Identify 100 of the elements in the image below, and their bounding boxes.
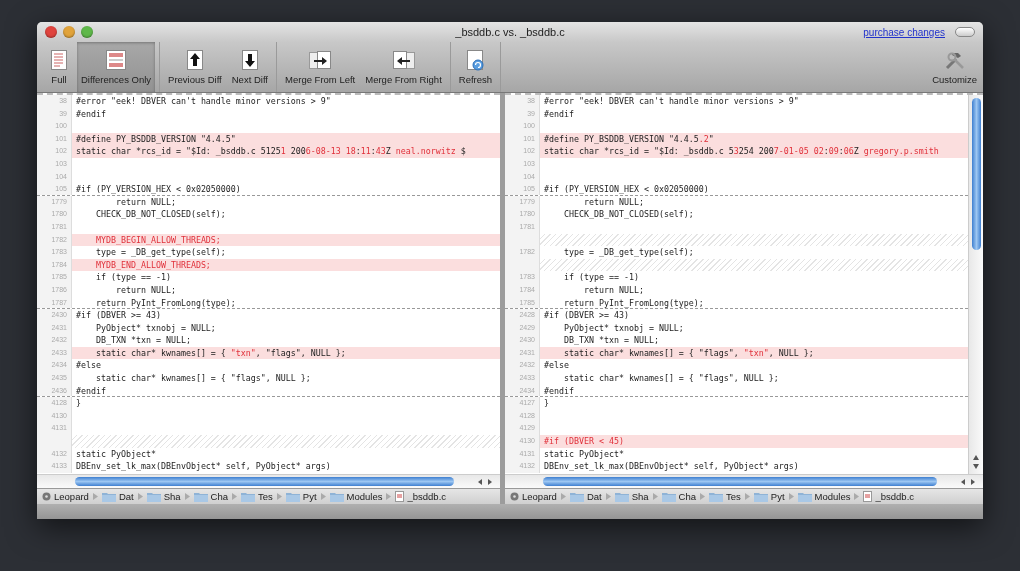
- merge-arrow-icon: [308, 49, 333, 71]
- code-line: #endif: [543, 384, 575, 397]
- folder-icon: [797, 491, 812, 502]
- disk-icon: [42, 492, 51, 501]
- folder-icon: [241, 491, 255, 502]
- path-item[interactable]: Sha: [614, 491, 649, 502]
- code-line: return NULL;: [582, 195, 645, 209]
- folder-icon: [661, 491, 676, 502]
- chevron-icon: [560, 493, 566, 500]
- code-line: return PyInt_FromLong(type);: [562, 296, 705, 309]
- folder-icon: [193, 491, 208, 502]
- code-line: #endif: [75, 107, 107, 121]
- chevron-icon: [788, 493, 794, 500]
- path-item[interactable]: Pyt: [285, 491, 317, 502]
- toolbar-button[interactable]: Customize: [928, 42, 981, 92]
- chevron-icon: [276, 493, 282, 500]
- path-item[interactable]: Leopard: [510, 491, 557, 502]
- path-item[interactable]: Tes: [241, 491, 273, 502]
- code-line: type = _DB_get_type(self);: [562, 246, 695, 259]
- code-line: #if (DBVER >= 43): [543, 309, 630, 322]
- code-line: CHECK_DB_NOT_CLOSED(self);: [94, 208, 227, 221]
- folder-icon: [146, 491, 161, 502]
- code-line: }: [75, 397, 82, 410]
- chevron-icon: [700, 493, 705, 500]
- scroll-arrows-icon: [971, 453, 981, 471]
- chevron-icon: [232, 493, 237, 500]
- path-item[interactable]: _bsddb.c: [863, 491, 915, 502]
- code-line: #endif: [543, 107, 575, 121]
- path-item[interactable]: Dat: [101, 491, 134, 502]
- path-item[interactable]: Tes: [709, 491, 741, 502]
- code-line: #else: [543, 359, 570, 373]
- scroll-thumb[interactable]: [75, 477, 454, 486]
- folder-icon: [614, 491, 629, 502]
- folder-icon: [709, 491, 723, 502]
- code-line: DBEnv_set_lk_max(DBEnvObject* self, PyObject* args): [543, 460, 800, 473]
- code-line: #if (PY_VERSION_HEX < 0x02050000): [543, 183, 710, 195]
- vertical-scrollbar[interactable]: [968, 95, 983, 474]
- code-line: #endif: [75, 384, 107, 397]
- path-item[interactable]: Sha: [146, 491, 181, 502]
- path-item[interactable]: Modules: [329, 491, 383, 502]
- code-line: #error "eek! DBVER can't handle minor versions > 9": [543, 95, 800, 108]
- code-line: return NULL;: [114, 195, 177, 209]
- scroll-thumb[interactable]: [543, 477, 937, 486]
- code-line: }: [543, 397, 550, 410]
- path-item[interactable]: Modules: [797, 491, 851, 502]
- toolbar-button[interactable]: Merge From Right: [361, 42, 446, 92]
- scroll-thumb[interactable]: [971, 98, 981, 250]
- zoom-button[interactable]: [81, 26, 93, 38]
- folder-icon: [101, 491, 116, 502]
- path-item[interactable]: _bsddb.c: [395, 491, 447, 502]
- toolbar-button[interactable]: Next Diff: [227, 42, 272, 92]
- code-line: return PyInt_FromLong(type);: [94, 296, 237, 309]
- path-item[interactable]: Dat: [569, 491, 602, 502]
- toolbar-button[interactable]: Merge From Left: [281, 42, 360, 92]
- code-line: PyObject* txnobj = NULL;: [562, 321, 685, 335]
- code-line: DBEnv_set_lk_max(DBEnvObject* self, PyObject* args): [75, 460, 332, 473]
- code-line: DB_TXN *txn = NULL;: [562, 334, 660, 347]
- close-button[interactable]: [45, 26, 57, 38]
- toolbar-toggle-button[interactable]: [955, 27, 975, 37]
- disk-icon: [510, 492, 519, 501]
- folder-icon: [753, 491, 768, 502]
- toolbar-button[interactable]: Full: [43, 42, 75, 92]
- toolbar-button[interactable]: Differences Only: [77, 42, 156, 92]
- code-line: static char* kwnames[] = { "flags", NULL };: [562, 372, 780, 385]
- code-line: PyObject* txnobj = NULL;: [94, 321, 217, 335]
- path-item[interactable]: Cha: [661, 491, 696, 502]
- code-line: DB_TXN *txn = NULL;: [94, 334, 192, 347]
- path-item[interactable]: Pyt: [753, 491, 785, 502]
- code-line: static PyObject*: [75, 447, 157, 461]
- window-title: _bsddb.c vs. _bsddb.c: [454, 26, 566, 38]
- code-line: CHECK_DB_NOT_CLOSED(self);: [562, 208, 695, 221]
- chevron-icon: [320, 493, 326, 500]
- document-icon: [104, 49, 129, 71]
- toolbar-button[interactable]: Refresh: [454, 42, 497, 92]
- horizontal-scrollbar[interactable]: [37, 474, 500, 488]
- code-line: if (type == -1): [562, 271, 640, 284]
- horizontal-scrollbar[interactable]: [505, 474, 983, 488]
- chevron-icon: [744, 493, 750, 500]
- path-item[interactable]: Cha: [193, 491, 228, 502]
- path-item[interactable]: Leopard: [42, 491, 89, 502]
- chevron-icon: [386, 493, 392, 500]
- code-line: #else: [75, 359, 102, 373]
- minimize-button[interactable]: [63, 26, 75, 38]
- chevron-icon: [92, 493, 98, 500]
- chevron-icon: [605, 493, 611, 500]
- purchase-changes-link[interactable]: purchase changes: [863, 26, 945, 38]
- folder-icon: [569, 491, 584, 502]
- merge-arrow-icon: [391, 49, 416, 71]
- code-line: #if (PY_VERSION_HEX < 0x02050000): [75, 183, 242, 195]
- code-line: return NULL;: [114, 283, 177, 297]
- code-line: #if (DBVER >= 43): [75, 309, 162, 322]
- folder-icon: [285, 491, 300, 502]
- code-line: if (type == -1): [94, 271, 172, 284]
- toolbar-button[interactable]: Previous Diff: [164, 42, 226, 92]
- code-line: type = _DB_get_type(self);: [94, 246, 227, 259]
- code-line: #error "eek! DBVER can't handle minor versions > 9": [75, 95, 332, 108]
- chevron-icon: [137, 493, 143, 500]
- chevron-icon: [652, 493, 658, 500]
- code-line: return NULL;: [582, 283, 645, 297]
- folder-icon: [329, 491, 344, 502]
